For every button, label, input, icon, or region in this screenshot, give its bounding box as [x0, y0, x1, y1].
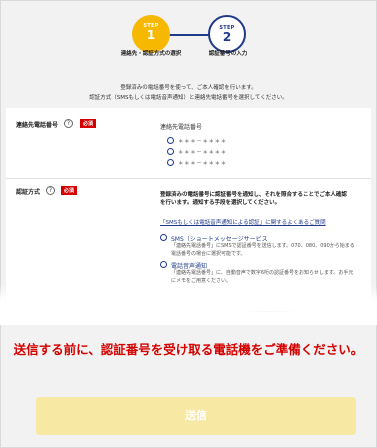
phone-option-1-label: ＊＊＊－＊＊＊＊ — [178, 139, 227, 145]
send-button[interactable]: 送信 — [36, 397, 356, 435]
auth-method-description: 登録済みの電話番号に認証番号を通知し、それを照合することでご本人確認 を行います… — [160, 192, 347, 206]
phone-option-2-label: ＊＊＊－＊＊＊＊ — [178, 150, 227, 156]
scroll-fade — [0, 285, 377, 325]
section-divider — [6, 178, 371, 179]
step-2-caption: 認証番号の入力 — [208, 51, 248, 57]
contact-phone-box-title: 連絡先電話番号 — [160, 124, 203, 131]
phone-option-1-radio[interactable] — [167, 137, 174, 144]
required-badge: 必須 — [80, 119, 97, 128]
sms-option-description: 「連絡先電話番号」にSMSで認証番号を送信します。070、080、090から始ま… — [171, 243, 355, 257]
sms-option-radio[interactable] — [160, 234, 167, 241]
voice-option-description: 「連絡先電話番号」に、自動音声で数字6桁の認証番号をお知らせします。お手元 にメ… — [171, 270, 354, 284]
step-1-indicator: STEP 1 — [132, 15, 170, 53]
phone-option-3-label: ＊＊＊－＊＊＊＊ — [178, 161, 227, 167]
prepare-phone-notice: 送信する前に、認証番号を受け取る電話機をご準備ください。 — [13, 342, 364, 357]
step-2-indicator: STEP 2 — [208, 15, 246, 53]
faq-link[interactable]: 「SMSもしくは電話音声通知による認証」に関するよくあるご質問 — [160, 218, 326, 226]
sms-option-title[interactable]: SMS（ショートメッセージサービス — [171, 234, 268, 243]
voice-option-radio[interactable] — [160, 261, 167, 268]
voice-option-title[interactable]: 電話音声通知 — [171, 261, 207, 270]
phone-option-3-radio[interactable] — [167, 159, 174, 166]
phone-option-2-radio[interactable] — [167, 148, 174, 155]
step-1-caption: 連絡先・認証方式の選択 — [120, 51, 182, 57]
intro-text: 登録済みの電話番号を使って、ご本人確認を行います。 認証方式（SMSもしくは電話… — [89, 85, 288, 101]
contact-phone-label: 連絡先電話番号 — [16, 122, 59, 129]
progress-stepper: STEP 1 STEP 2 連絡先・認証方式の選択 認証番号の入力 — [0, 8, 377, 68]
help-icon[interactable]: ? — [64, 119, 73, 128]
auth-method-label: 認証方式 — [16, 189, 41, 196]
required-badge: 必須 — [61, 186, 78, 195]
help-icon[interactable]: ? — [46, 186, 55, 195]
